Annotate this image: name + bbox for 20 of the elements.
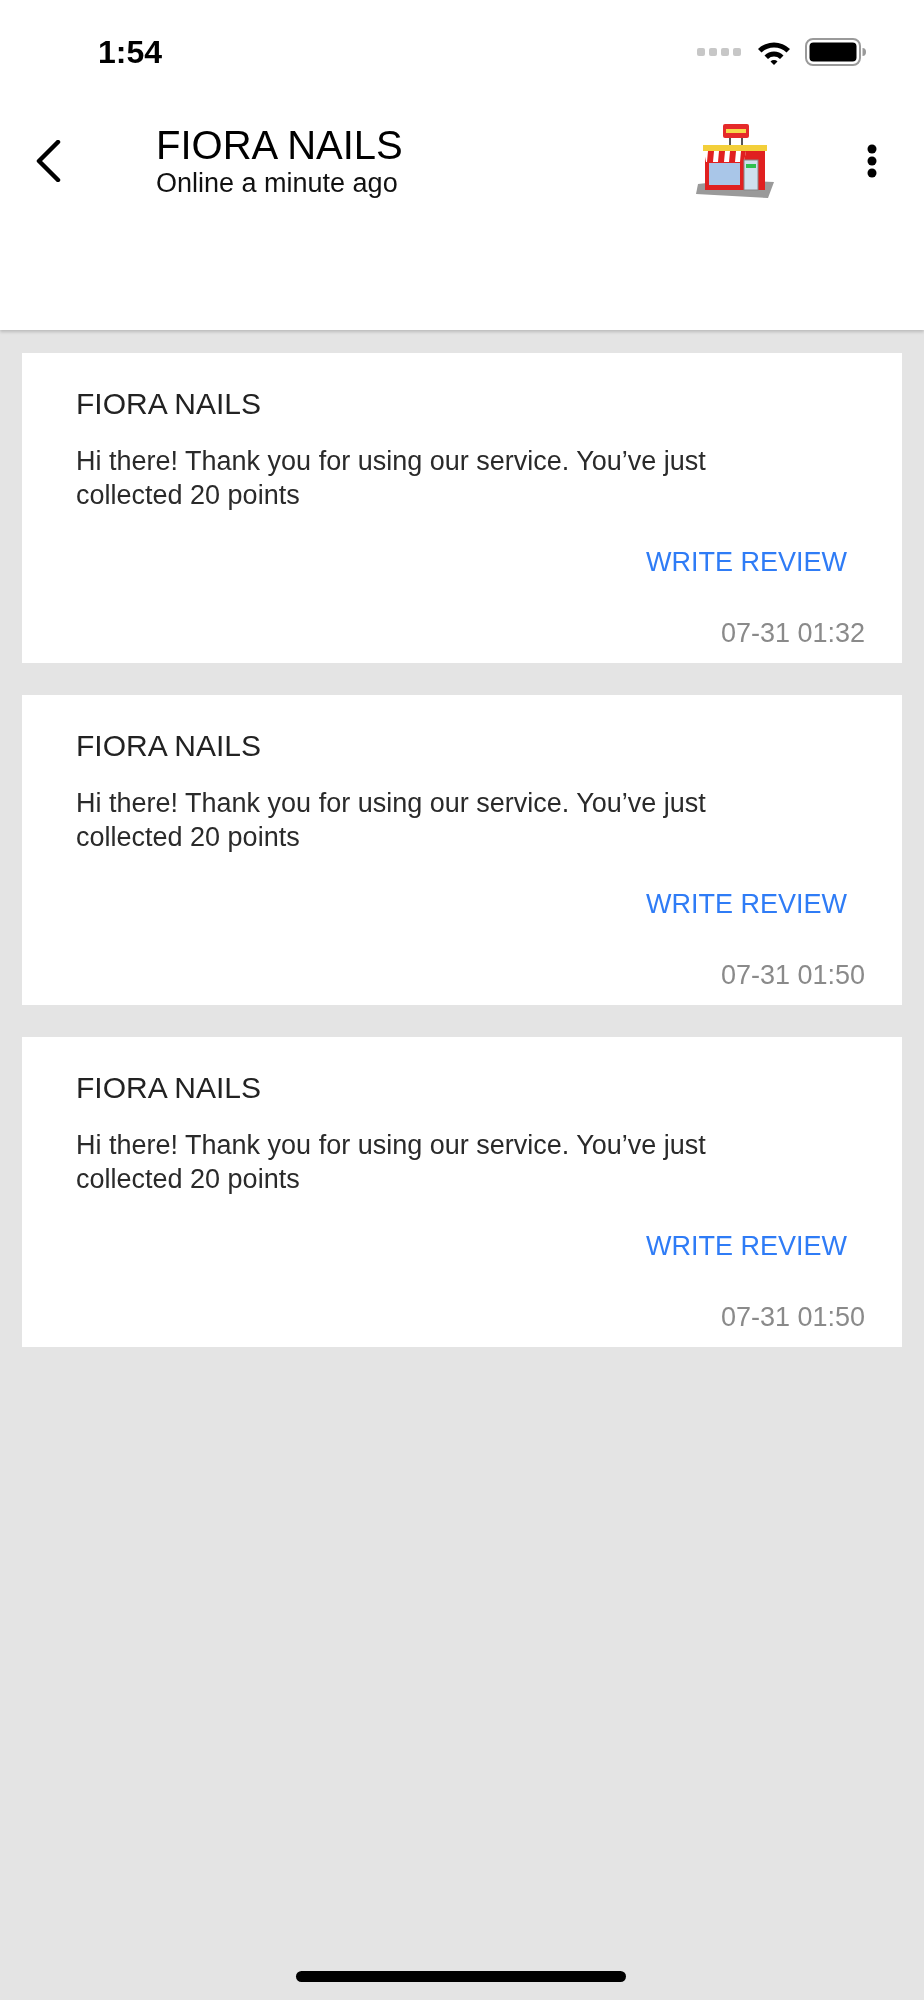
message-timestamp: 07-31 01:32 (720, 617, 865, 650)
message-timestamp: 07-31 01:50 (720, 1301, 865, 1334)
write-review-button[interactable]: WRITE REVIEW (628, 1217, 865, 1275)
message-text: Hi there! Thank you for using our service. You’ve just collected 20 points (76, 1129, 707, 1196)
kebab-menu-icon (867, 144, 877, 178)
write-review-button[interactable]: WRITE REVIEW (628, 875, 865, 933)
message-text: Hi there! Thank you for using our service. You’ve just collected 20 points (76, 445, 707, 512)
store-icon (694, 124, 774, 198)
sender-name: FIORA NAILS (76, 728, 262, 764)
message-text: Hi there! Thank you for using our service. You’ve just collected 20 points (76, 787, 707, 854)
write-review-button[interactable]: WRITE REVIEW (628, 533, 865, 591)
status-time: 1:54 (98, 33, 163, 71)
sender-name: FIORA NAILS (76, 1070, 262, 1106)
sender-name: FIORA NAILS (76, 386, 262, 422)
battery-icon (805, 38, 866, 66)
message-timestamp: 07-31 01:50 (720, 959, 865, 992)
online-status: Online a minute ago (156, 167, 399, 199)
back-chevron-icon (35, 140, 61, 182)
signal-icon (697, 48, 741, 56)
chat-title: FIORA NAILS (156, 123, 404, 167)
